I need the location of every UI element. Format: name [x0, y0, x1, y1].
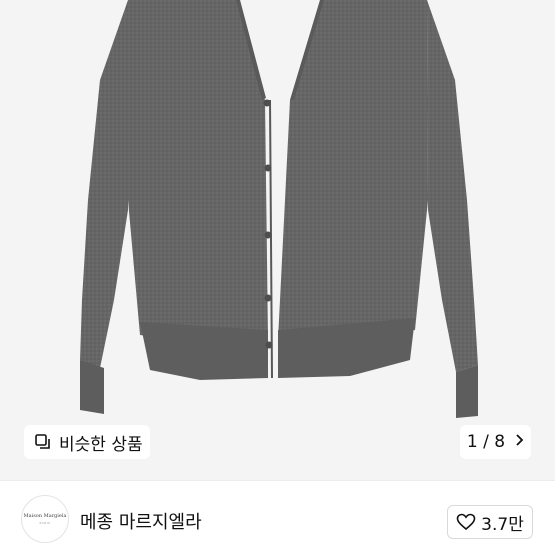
chevron-right-icon	[515, 432, 524, 452]
seller-logo-text: Maison Margiela	[23, 512, 67, 519]
image-counter-label: 1 / 8	[466, 432, 506, 452]
like-button[interactable]: 3.7만	[447, 505, 533, 539]
seller-name[interactable]: 메종 마르지엘라	[80, 508, 202, 534]
like-count: 3.7만	[481, 514, 524, 535]
image-counter[interactable]: 1 / 8	[460, 425, 531, 459]
copy-icon	[34, 433, 52, 451]
similar-products-button[interactable]: 비슷한 상품	[24, 425, 150, 459]
similar-products-label: 비슷한 상품	[59, 434, 143, 455]
divider	[0, 480, 555, 481]
product-image[interactable]	[0, 0, 555, 480]
cardigan-illustration	[80, 0, 478, 418]
heart-outline-icon	[456, 513, 476, 531]
seller-logo-subtext: PARIS	[39, 520, 51, 525]
seller-avatar[interactable]: Maison Margiela PARIS	[21, 495, 69, 543]
